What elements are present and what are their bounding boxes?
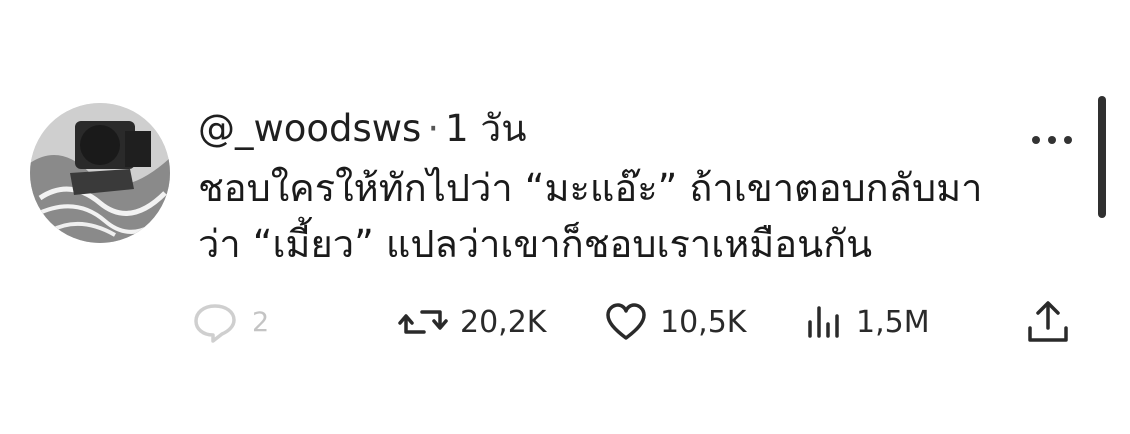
- repost-count: 20,2K: [460, 304, 547, 340]
- avatar-image: [30, 103, 170, 243]
- repost-arrows-icon: [398, 310, 448, 334]
- bar-chart-icon: [808, 306, 839, 338]
- reply-button[interactable]: 2: [192, 294, 269, 350]
- post-time[interactable]: 1 วัน: [445, 104, 526, 154]
- action-bar: 2 20,2K 10,5K 1,5M: [192, 294, 1082, 354]
- share-upload-icon: [1028, 301, 1068, 342]
- author-handle[interactable]: @_woodsws: [198, 104, 421, 154]
- share-button[interactable]: [1024, 294, 1072, 350]
- post-text-line: ว่า “เมี้ยว” แปลว่าเขาก็ชอบเราเหมือนกัน: [198, 222, 873, 266]
- post-text-line: ชอบใครให้ทักไปว่า “มะแอ๊ะ” ถ้าเขาตอบกลับ…: [198, 166, 983, 210]
- post-header: @_woodsws · 1 วัน: [198, 104, 526, 154]
- more-horizontal-icon: [1032, 136, 1072, 144]
- post-text: ชอบใครให้ทักไปว่า “มะแอ๊ะ” ถ้าเขาตอบกลับ…: [198, 160, 1078, 272]
- more-options-button[interactable]: [1026, 125, 1078, 155]
- scrollbar[interactable]: [1098, 96, 1106, 218]
- post-card: @_woodsws · 1 วัน ชอบใครให้ทักไปว่า “มะแ…: [0, 0, 1130, 434]
- heart-icon: [606, 303, 646, 340]
- comment-bubble-icon: [194, 304, 236, 343]
- header-separator: ·: [427, 107, 440, 150]
- reply-count: 2: [252, 306, 270, 338]
- views-count: 1,5M: [856, 304, 930, 340]
- views-button[interactable]: 1,5M: [804, 294, 930, 350]
- avatar[interactable]: [30, 103, 170, 243]
- like-count: 10,5K: [660, 304, 747, 340]
- like-button[interactable]: 10,5K: [604, 294, 746, 350]
- repost-button[interactable]: 20,2K: [398, 294, 546, 350]
